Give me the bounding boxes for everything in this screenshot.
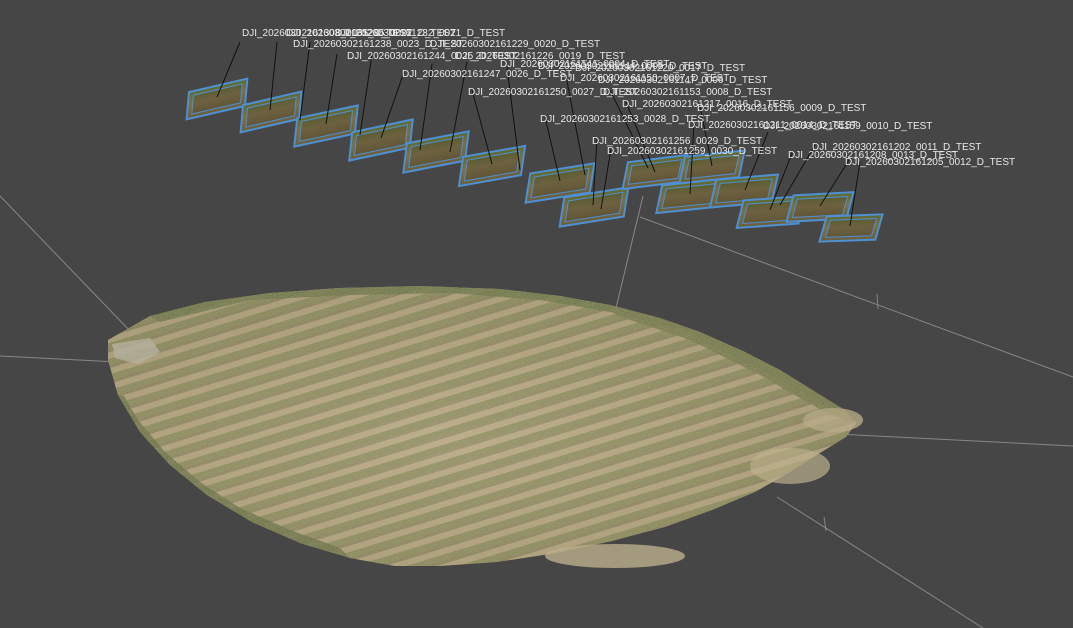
camera-label[interactable]: DJI_20260302161247_0026_D_TEST (402, 69, 572, 80)
camera-label[interactable]: DJI_20260302161156_0009_D_TEST (697, 103, 866, 114)
camera-label[interactable]: DJI_20260302161153_0008_D_TEST (603, 87, 772, 98)
camera-labels-layer: DJI_20260302161308_0035_D_TESTDJI_202603… (0, 0, 1073, 628)
camera-label[interactable]: DJI_20260302161253_0028_D_TEST (540, 114, 710, 125)
camera-label[interactable]: DJI_20260302161159_0010_D_TEST (763, 121, 932, 132)
camera-label[interactable]: DJI_20260302161205_0012_D_TEST (845, 157, 1015, 168)
camera-label[interactable]: DJI_20260302161229_0020_D_TEST (430, 39, 600, 50)
camera-label[interactable]: DJI_20260302161147_0006_D_TEST (598, 75, 767, 86)
model-viewport[interactable]: DJI_20260302161308_0035_D_TESTDJI_202603… (0, 0, 1073, 628)
camera-label[interactable]: DJI_20260302161232_0021_D_TEST (335, 28, 505, 39)
camera-label[interactable]: DJI_20260302161259_0030_D_TEST (607, 146, 777, 157)
